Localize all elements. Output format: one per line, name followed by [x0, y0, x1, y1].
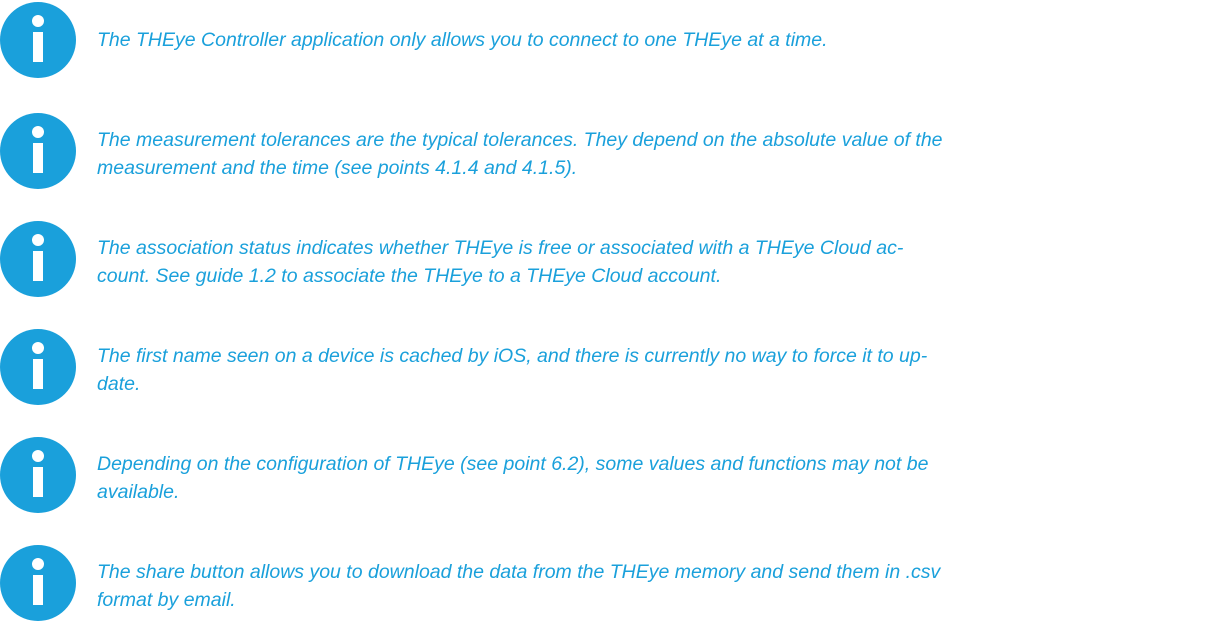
note-text: The first name seen on a device is cache… — [97, 342, 1215, 398]
note-line: The first name seen on a device is cache… — [97, 345, 928, 367]
note-line: available. — [97, 481, 180, 503]
note-text: The measurement tolerances are the typic… — [97, 126, 1215, 182]
note-line: The THEye Controller application only al… — [97, 29, 828, 51]
info-icon — [0, 545, 76, 621]
note-line: measurement and the time (see points 4.1… — [97, 157, 578, 179]
note-text: Depending on the configuration of THEye … — [97, 450, 1215, 506]
info-icon — [0, 437, 76, 513]
note-text: The THEye Controller application only al… — [97, 26, 1215, 54]
note-line: date. — [97, 373, 141, 395]
note-text: The association status indicates whether… — [97, 234, 1215, 290]
note-line: The share button allows you to download … — [97, 561, 941, 583]
info-icon — [0, 113, 76, 189]
info-icon — [0, 221, 76, 297]
note-line: count. See guide 1.2 to associate the TH… — [97, 265, 722, 287]
note-line: The association status indicates whether… — [97, 237, 904, 259]
info-icon — [0, 2, 76, 78]
note-text: The share button allows you to download … — [97, 558, 1215, 614]
note-line: The measurement tolerances are the typic… — [97, 129, 943, 151]
info-icon — [0, 329, 76, 405]
note-line: format by email. — [97, 589, 236, 611]
note-line: Depending on the configuration of THEye … — [97, 453, 929, 475]
